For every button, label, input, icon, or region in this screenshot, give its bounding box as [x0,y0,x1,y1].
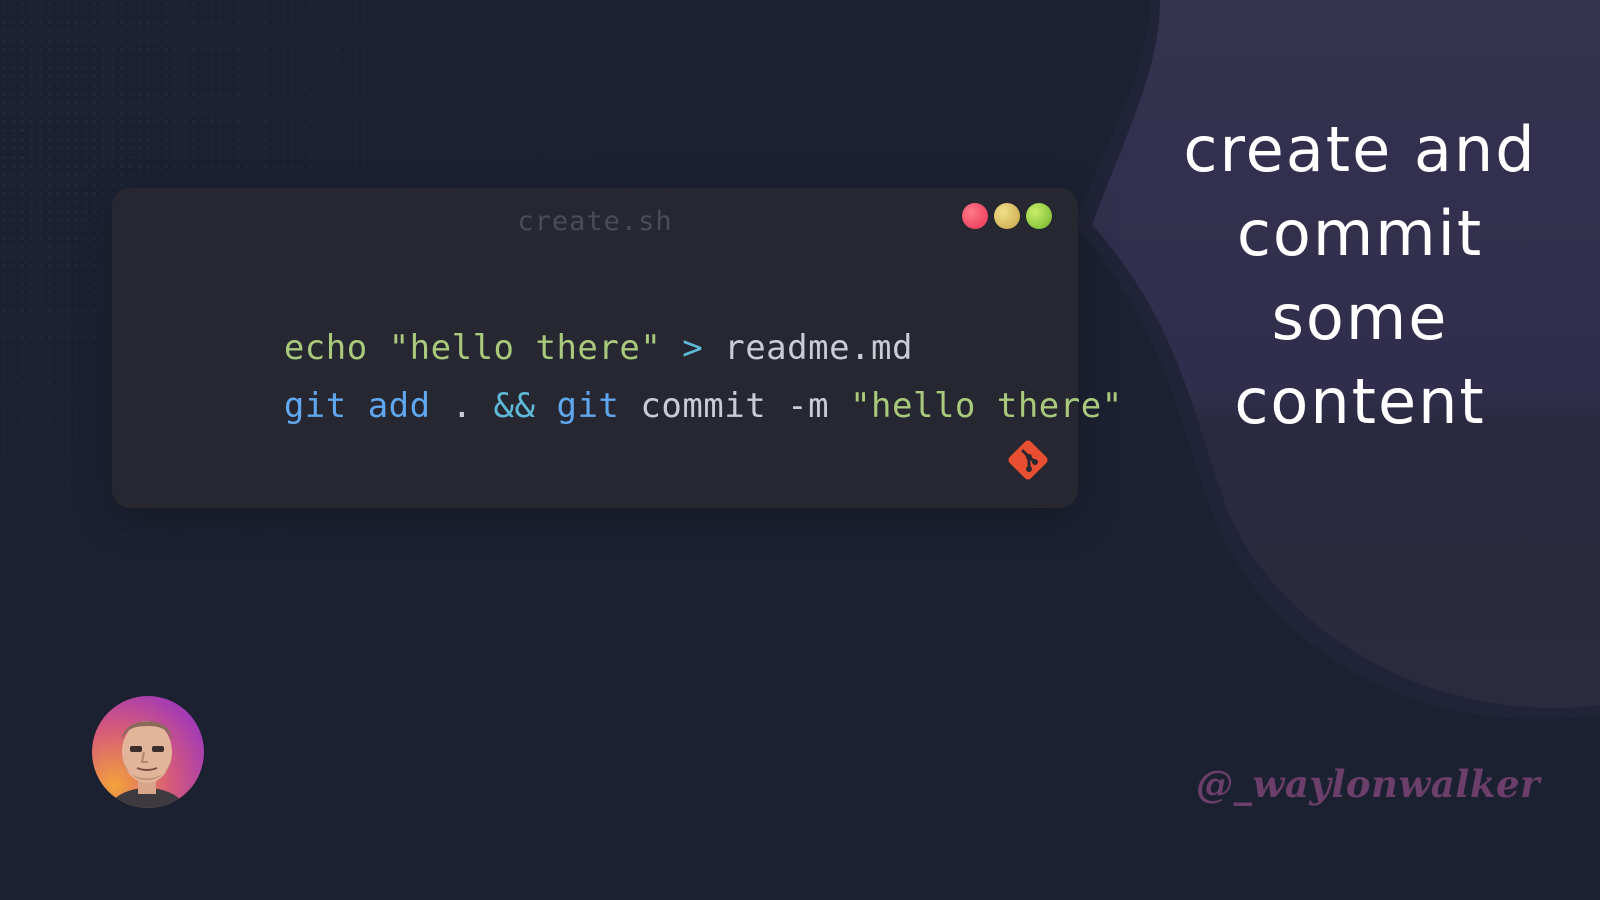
title-line: commit [1236,197,1484,270]
slide-title: create and commit some content [1150,108,1570,444]
git-logo-icon [1008,440,1048,480]
close-dot-icon[interactable] [962,203,988,229]
code-window: create.sh echo "hello there" > readme.md… [112,188,1122,508]
code-token: git add [283,386,431,426]
minimize-dot-icon[interactable] [994,203,1020,229]
code-token: . [430,386,494,426]
author-handle: @_waylonwalker [1196,762,1541,806]
slide: create.sh echo "hello there" > readme.md… [0,0,1600,900]
window-title: create.sh [517,206,673,237]
avatar-face-illustration [108,721,186,808]
avatar [92,696,204,808]
title-line: create and [1183,113,1537,186]
code-token: git [556,386,620,426]
code-token: commit -m [619,386,851,426]
code-token: "hello there" [850,386,1123,426]
maximize-dot-icon[interactable] [1026,203,1052,229]
window-controls [962,203,1052,229]
title-line: content [1234,365,1486,438]
title-line: some [1271,281,1449,354]
code-line-2: git add . && git commit -m "hello there" [158,346,1123,466]
code-token: && [493,386,536,426]
